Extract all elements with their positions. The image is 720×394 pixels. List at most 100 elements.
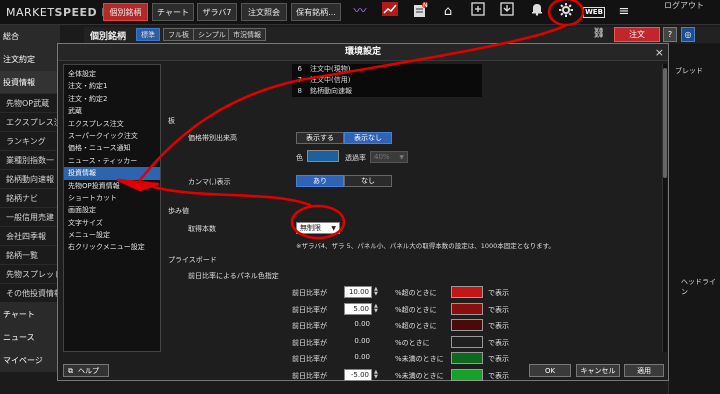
- spinner-icon[interactable]: ▲ ▼: [374, 369, 380, 380]
- help-button[interactable]: ⧉ ヘルプ: [63, 364, 109, 377]
- opacity-select[interactable]: 40% ▼: [370, 151, 408, 163]
- nav-sector-index[interactable]: 業種別指数一: [0, 151, 60, 170]
- panel-color-swatch[interactable]: [451, 352, 483, 364]
- nav-shikiho[interactable]: 会社四季報: [0, 227, 60, 246]
- nav-mypage[interactable]: マイページ: [0, 349, 60, 372]
- ratio-value-input[interactable]: 5.00: [344, 302, 372, 315]
- chevron-down-icon: ▼: [399, 154, 404, 161]
- apply-button[interactable]: 適用: [624, 364, 664, 377]
- ratio-value-input[interactable]: 10.00: [344, 286, 372, 298]
- spinner-icon[interactable]: ▲ ▼: [374, 287, 380, 297]
- nav-stock-navi[interactable]: 銘柄ナビ: [0, 189, 60, 208]
- pin-icon[interactable]: ◎: [681, 27, 695, 42]
- home-icon[interactable]: ⌂: [437, 2, 459, 22]
- nav-other-info[interactable]: その他投資情報: [0, 284, 60, 303]
- settings-gear-icon[interactable]: [555, 2, 577, 22]
- list-item[interactable]: 6 注文中(現物): [292, 64, 482, 75]
- tab-chart[interactable]: チャート: [152, 3, 194, 21]
- menu-super-quick[interactable]: スーパークイック注文: [64, 130, 160, 142]
- ticks-note: ※ザラバ4、ザラ 5、パネル小、パネル大の取得本数の設定は、1000本固定となり…: [296, 242, 555, 250]
- ratio-value-input: 0.00: [354, 320, 370, 328]
- ticks-count-select[interactable]: 無制限 ▼: [296, 222, 340, 234]
- nav-futures-musashi[interactable]: 先物OP武蔵: [0, 94, 60, 113]
- spinner-icon[interactable]: ▲ ▼: [374, 303, 380, 314]
- ratio-label: 前日比率が: [292, 338, 327, 347]
- left-navigation: 総合 注文約定 投資情報 先物OP武蔵 エクスプレス注文 ランキング 業種別指数…: [0, 25, 60, 394]
- tab-market-info[interactable]: 市況情報: [228, 28, 266, 41]
- display-label: で表示: [488, 322, 509, 330]
- pulse-icon[interactable]: 〰: [349, 2, 371, 22]
- menu-screen[interactable]: 画面設定: [64, 204, 160, 216]
- link-icon[interactable]: ⛓: [592, 27, 606, 42]
- cancel-button[interactable]: キャンセル: [576, 364, 620, 377]
- scrollbar-thumb[interactable]: [663, 68, 667, 178]
- comma-off-toggle[interactable]: なし: [344, 175, 392, 187]
- color-label: 色: [296, 154, 303, 162]
- menu-price-news-alert[interactable]: 価格・ニュース通知: [64, 142, 160, 154]
- menu-font-size[interactable]: 文字サイズ: [64, 217, 160, 229]
- panel-color-swatch[interactable]: [451, 319, 483, 331]
- tab-simple[interactable]: シンプル: [193, 28, 231, 41]
- logout-link[interactable]: ログアウト: [664, 0, 704, 11]
- menu-general[interactable]: 全体設定: [64, 68, 160, 80]
- ok-button[interactable]: OK: [529, 364, 571, 377]
- nav-overview[interactable]: 総合: [0, 25, 60, 48]
- color-swatch[interactable]: [307, 150, 339, 162]
- nav-ranking[interactable]: ランキング: [0, 132, 60, 151]
- nav-general-margin[interactable]: 一般信用売建: [0, 208, 60, 227]
- price-volume-show-toggle[interactable]: 表示する: [296, 132, 344, 144]
- menu-futures-info[interactable]: 先物OP投資情報: [64, 180, 160, 192]
- price-volume-hide-toggle[interactable]: 表示なし: [344, 132, 392, 144]
- tab-standard[interactable]: 標準: [136, 28, 160, 41]
- list-item[interactable]: 7 注文中(信用): [292, 75, 482, 86]
- panel-color-swatch[interactable]: [451, 286, 483, 298]
- tab-holdings[interactable]: 保有銘柄...: [291, 3, 341, 21]
- tab-zaraba7[interactable]: ザラバ7: [197, 3, 237, 21]
- nav-news[interactable]: ニュース: [0, 326, 60, 349]
- help-question-button[interactable]: ?: [663, 27, 677, 42]
- nav-investment-info[interactable]: 投資情報: [0, 71, 60, 94]
- web-button[interactable]: WEB: [583, 7, 605, 18]
- nav-chart[interactable]: チャート: [0, 303, 60, 326]
- news-icon[interactable]: [409, 2, 431, 22]
- nav-futures-spread[interactable]: 先物スプレッド機: [0, 265, 60, 284]
- panel-color-swatch[interactable]: [451, 368, 483, 381]
- nav-orders[interactable]: 注文約定: [0, 48, 60, 71]
- menu-investment-info[interactable]: 投資情報: [64, 167, 160, 180]
- menu-order-1[interactable]: 注文・約定1: [64, 80, 160, 92]
- hamburger-menu-icon[interactable]: ≡: [613, 2, 635, 22]
- ratio-value-input: 0.00: [354, 336, 370, 345]
- nav-express-order[interactable]: エクスプレス注文: [0, 113, 60, 132]
- panel-color-swatch[interactable]: [451, 335, 483, 348]
- environment-settings-dialog: 環境設定 × 全体設定 注文・約定1 注文・約定2 武蔵 エクスプレス注文 スー…: [57, 43, 669, 381]
- tab-order-inquiry[interactable]: 注文照会: [241, 3, 287, 21]
- ratio-value-input[interactable]: -5.00: [344, 368, 372, 381]
- panel-color-swatch[interactable]: [451, 302, 483, 315]
- menu-express-order[interactable]: エクスプレス注文: [64, 118, 160, 130]
- tab-individual-stock[interactable]: 個別銘柄: [103, 3, 148, 21]
- menu-menu-settings[interactable]: メニュー設定: [64, 229, 160, 241]
- panel-color-row: 前日比率が 5.00 ▲ ▼ %超のときに で表示: [292, 302, 672, 318]
- nav-stock-list[interactable]: 銘柄一覧: [0, 246, 60, 265]
- list-item-text: 注文中(信用): [310, 76, 351, 84]
- download-icon[interactable]: [496, 2, 518, 22]
- menu-news-ticker[interactable]: ニュース・ティッカー: [64, 155, 160, 167]
- display-label: で表示: [488, 289, 509, 297]
- order-button[interactable]: 注文: [614, 27, 660, 42]
- comma-display-label: カンマ(,)表示: [188, 178, 231, 186]
- list-item[interactable]: 8 銘柄動向速報: [292, 86, 482, 97]
- chart-up-icon[interactable]: [379, 2, 401, 22]
- menu-right-click[interactable]: 右クリックメニュー設定: [64, 241, 160, 253]
- list-item-no: 6: [297, 65, 302, 73]
- bell-icon[interactable]: [526, 2, 548, 22]
- menu-shortcut[interactable]: ショートカット: [64, 192, 160, 204]
- menu-order-2[interactable]: 注文・約定2: [64, 93, 160, 105]
- tab-full-board[interactable]: フル板: [163, 28, 194, 41]
- ticks-count-value: 無制限: [300, 224, 321, 232]
- add-window-icon[interactable]: [467, 2, 489, 22]
- menu-musashi[interactable]: 武蔵: [64, 105, 160, 117]
- nav-stock-trend[interactable]: 銘柄動向速報: [0, 170, 60, 189]
- app-logo: MARKETSPEED II: [6, 6, 111, 19]
- close-icon[interactable]: ×: [655, 46, 664, 59]
- comma-on-toggle[interactable]: あり: [296, 175, 344, 187]
